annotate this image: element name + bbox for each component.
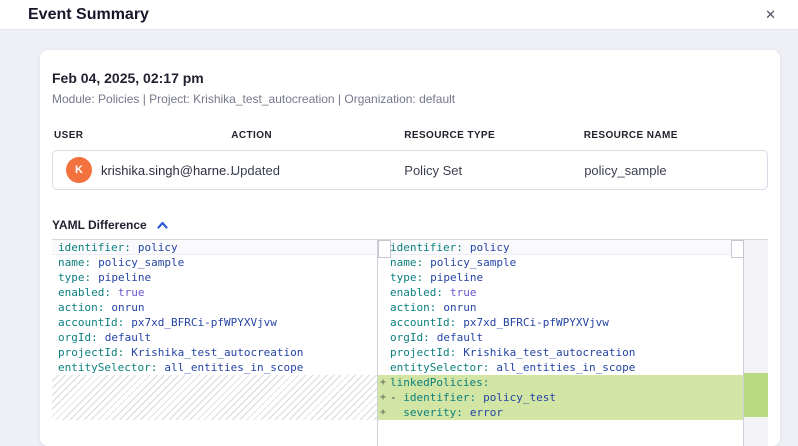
- diff-line: name:policy_sample: [52, 255, 377, 270]
- yaml-diff-viewer: identifier:policy name:policy_sample typ…: [52, 239, 768, 446]
- col-resource-name: RESOURCE NAME: [584, 130, 766, 141]
- col-action: ACTION: [231, 130, 404, 141]
- diff-line: name:policy_sample: [378, 255, 743, 270]
- diff-line: identifier:policy: [378, 240, 743, 255]
- diff-line-added: +- identifier:policy_test: [378, 390, 743, 405]
- diff-pane-old[interactable]: identifier:policy name:policy_sample typ…: [52, 240, 378, 446]
- diff-empty-placeholder: [52, 375, 377, 420]
- diff-line: enabled:true: [52, 285, 377, 300]
- yaml-difference-toggle[interactable]: YAML Difference: [52, 218, 768, 232]
- resource-name-cell: policy_sample: [584, 163, 767, 178]
- diff-minimap: [744, 240, 768, 446]
- diff-line: type:pipeline: [52, 270, 377, 285]
- diff-line: orgId:default: [52, 330, 377, 345]
- modal-header: Event Summary ✕: [0, 0, 798, 30]
- diff-pane-new[interactable]: identifier:policy name:policy_sample typ…: [378, 240, 744, 446]
- diff-line: accountId:px7xd_BFRCi-pfWPYXVjvw: [52, 315, 377, 330]
- diff-line-added: +linkedPolicies:: [378, 375, 743, 390]
- action-cell: Updated: [231, 163, 405, 178]
- diff-line: action:onrun: [52, 300, 377, 315]
- user-email: krishika.singh@harne...: [101, 163, 237, 178]
- diff-line: orgId:default: [378, 330, 743, 345]
- event-timestamp: Feb 04, 2025, 02:17 pm: [52, 70, 768, 86]
- diff-line: projectId:Krishika_test_autocreation: [52, 345, 377, 360]
- chevron-up-icon[interactable]: [156, 219, 169, 232]
- table-row[interactable]: K krishika.singh@harne... Updated Policy…: [52, 150, 768, 190]
- page-title: Event Summary: [28, 6, 149, 24]
- scrollbar-thumb-right[interactable]: [731, 240, 744, 258]
- diff-line: entitySelector:all_entities_in_scope: [378, 360, 743, 375]
- resource-type-cell: Policy Set: [404, 163, 584, 178]
- close-icon[interactable]: ✕: [765, 8, 776, 21]
- event-meta: Module: Policies | Project: Krishika_tes…: [52, 92, 768, 106]
- diff-line: identifier:policy: [52, 240, 377, 255]
- diff-line: entitySelector:all_entities_in_scope: [52, 360, 377, 375]
- col-resource-type: RESOURCE TYPE: [404, 130, 583, 141]
- diff-line-added: + severity:error: [378, 405, 743, 420]
- diff-line: action:onrun: [378, 300, 743, 315]
- diff-line: type:pipeline: [378, 270, 743, 285]
- diff-line: enabled:true: [378, 285, 743, 300]
- audit-table-header: USER ACTION RESOURCE TYPE RESOURCE NAME: [52, 130, 768, 141]
- avatar: K: [66, 157, 92, 183]
- scrollbar-thumb-left[interactable]: [378, 240, 391, 258]
- diff-line: accountId:px7xd_BFRCi-pfWPYXVjvw: [378, 315, 743, 330]
- yaml-difference-label: YAML Difference: [52, 218, 147, 232]
- user-cell: K krishika.singh@harne...: [53, 157, 231, 183]
- event-summary-card: Feb 04, 2025, 02:17 pm Module: Policies …: [40, 50, 780, 446]
- audit-table: USER ACTION RESOURCE TYPE RESOURCE NAME …: [52, 130, 768, 190]
- col-user: USER: [54, 130, 231, 141]
- diff-line: projectId:Krishika_test_autocreation: [378, 345, 743, 360]
- minimap-added-marker: [744, 373, 768, 417]
